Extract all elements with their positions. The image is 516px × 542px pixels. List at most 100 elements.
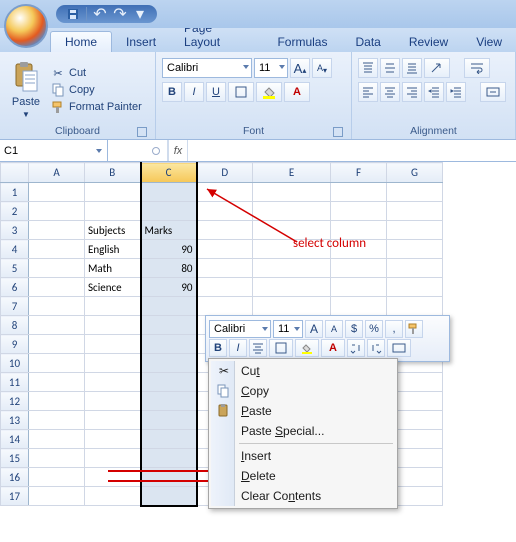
cell-A4[interactable] (29, 240, 85, 259)
cell-F7[interactable] (331, 297, 387, 316)
cell-A3[interactable] (29, 221, 85, 240)
cell-B9[interactable] (85, 335, 141, 354)
paste-button[interactable]: Paste ▼ (6, 56, 46, 124)
cell-G1[interactable] (387, 183, 443, 202)
cell-B14[interactable] (85, 430, 141, 449)
cell-F5[interactable] (331, 259, 387, 278)
mini-percent[interactable]: % (365, 320, 383, 338)
align-middle-button[interactable] (380, 58, 400, 78)
mini-border[interactable] (269, 339, 293, 357)
mini-size-dropdown[interactable]: 11 (273, 320, 303, 338)
cell-E5[interactable] (253, 259, 331, 278)
wrap-text-button[interactable] (464, 58, 490, 78)
align-top-button[interactable] (358, 58, 378, 78)
mini-align-center[interactable] (249, 339, 267, 357)
cell-B12[interactable] (85, 392, 141, 411)
cell-C13[interactable] (141, 411, 197, 430)
formula-bar-expand[interactable] (108, 140, 168, 161)
cell-G4[interactable] (387, 240, 443, 259)
cell-C10[interactable] (141, 354, 197, 373)
font-name-dropdown[interactable]: Calibri (162, 58, 252, 78)
row-header-14[interactable]: 14 (1, 430, 29, 449)
cell-C4[interactable]: 90 (141, 240, 197, 259)
mini-dec-decimal[interactable] (347, 339, 365, 357)
cell-B3[interactable]: Subjects (85, 221, 141, 240)
cell-A12[interactable] (29, 392, 85, 411)
mini-font-color[interactable]: A (321, 339, 345, 357)
cell-C17[interactable] (141, 487, 197, 506)
fill-color-button[interactable] (256, 82, 282, 102)
tab-formulas[interactable]: Formulas (263, 32, 341, 52)
cell-G2[interactable] (387, 202, 443, 221)
undo-icon[interactable]: ↶ (93, 7, 107, 21)
orientation-button[interactable] (424, 58, 450, 78)
decrease-indent-button[interactable] (424, 82, 444, 102)
row-header-5[interactable]: 5 (1, 259, 29, 278)
row-header-2[interactable]: 2 (1, 202, 29, 221)
cell-G5[interactable] (387, 259, 443, 278)
cell-C15[interactable] (141, 449, 197, 468)
bold-button[interactable]: B (162, 82, 182, 102)
mini-comma[interactable]: , (385, 320, 403, 338)
cell-D1[interactable] (197, 183, 253, 202)
cell-A15[interactable] (29, 449, 85, 468)
cell-A1[interactable] (29, 183, 85, 202)
menu-copy[interactable]: Copy (211, 381, 395, 401)
cell-B13[interactable] (85, 411, 141, 430)
office-button[interactable] (4, 4, 48, 48)
cell-B5[interactable]: Math (85, 259, 141, 278)
tab-home[interactable]: Home (50, 31, 112, 52)
cell-A17[interactable] (29, 487, 85, 506)
cell-F3[interactable] (331, 221, 387, 240)
cell-C1[interactable] (141, 183, 197, 202)
cell-F6[interactable] (331, 278, 387, 297)
row-header-8[interactable]: 8 (1, 316, 29, 335)
cell-C16[interactable] (141, 468, 197, 487)
cell-C11[interactable] (141, 373, 197, 392)
cell-D2[interactable] (197, 202, 253, 221)
tab-insert[interactable]: Insert (112, 32, 170, 52)
row-header-12[interactable]: 12 (1, 392, 29, 411)
align-left-button[interactable] (358, 82, 378, 102)
col-header-B[interactable]: B (85, 163, 141, 183)
tab-view[interactable]: View (462, 32, 516, 52)
cell-E7[interactable] (253, 297, 331, 316)
cell-B6[interactable]: Science (85, 278, 141, 297)
align-bottom-button[interactable] (402, 58, 422, 78)
cell-C7[interactable] (141, 297, 197, 316)
cell-F4[interactable] (331, 240, 387, 259)
col-header-G[interactable]: G (387, 163, 443, 183)
cell-A13[interactable] (29, 411, 85, 430)
font-color-button[interactable]: A (284, 82, 310, 102)
cell-A7[interactable] (29, 297, 85, 316)
mini-italic[interactable]: I (229, 339, 247, 357)
cell-D3[interactable] (197, 221, 253, 240)
cell-F2[interactable] (331, 202, 387, 221)
cell-B11[interactable] (85, 373, 141, 392)
save-icon[interactable] (66, 7, 80, 21)
mini-fill-color[interactable] (295, 339, 319, 357)
cell-C9[interactable] (141, 335, 197, 354)
row-header-4[interactable]: 4 (1, 240, 29, 259)
cell-F1[interactable] (331, 183, 387, 202)
align-center-button[interactable] (380, 82, 400, 102)
mini-inc-decimal[interactable] (367, 339, 385, 357)
italic-button[interactable]: I (184, 82, 204, 102)
border-button[interactable] (228, 82, 254, 102)
mini-merge[interactable] (387, 339, 411, 357)
cell-E1[interactable] (253, 183, 331, 202)
row-header-3[interactable]: 3 (1, 221, 29, 240)
select-all-corner[interactable] (1, 163, 29, 183)
cell-D5[interactable] (197, 259, 253, 278)
row-header-13[interactable]: 13 (1, 411, 29, 430)
fx-icon[interactable]: fx (168, 140, 188, 161)
cell-B17[interactable] (85, 487, 141, 506)
cell-D7[interactable] (197, 297, 253, 316)
cell-B2[interactable] (85, 202, 141, 221)
cell-B8[interactable] (85, 316, 141, 335)
format-painter-button[interactable]: Format Painter (50, 100, 142, 114)
row-header-17[interactable]: 17 (1, 487, 29, 506)
cell-D6[interactable] (197, 278, 253, 297)
col-header-D[interactable]: D (197, 163, 253, 183)
menu-paste[interactable]: Paste (211, 401, 395, 421)
